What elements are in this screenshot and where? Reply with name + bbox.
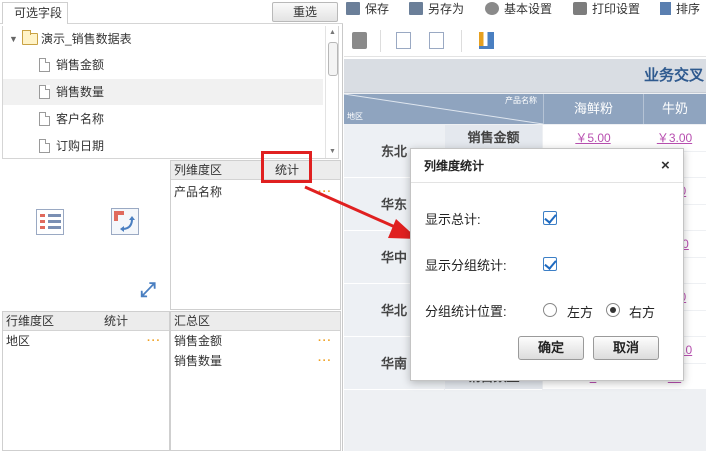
more-options-icon[interactable]: ···: [147, 336, 161, 350]
scroll-up-icon[interactable]: ▲: [329, 29, 336, 36]
position-right-label: 右方: [629, 305, 656, 320]
column-dimension-header: 列维度区 统计: [171, 161, 340, 180]
printer-icon: [573, 2, 587, 15]
column-header: 牛奶: [643, 94, 706, 124]
export-excel-icon[interactable]: [429, 32, 444, 49]
corner-column-label: 产品名称: [505, 96, 537, 105]
field-doc-icon: [39, 58, 50, 72]
tree-item[interactable]: 客户名称: [3, 106, 323, 132]
print-settings-label: 打印设置: [592, 2, 641, 16]
save-as-label: 另存为: [428, 2, 465, 16]
row-stat-button[interactable]: 统计: [104, 312, 128, 331]
field-doc-icon: [39, 112, 50, 126]
caret-down-icon[interactable]: ▼: [9, 26, 18, 52]
save-as-icon: [409, 2, 423, 15]
position-left-radio[interactable]: [543, 303, 557, 317]
table-layout-icon[interactable]: [36, 209, 64, 235]
tree-scroll-thumb[interactable]: [328, 42, 338, 76]
corner-header: 产品名称 地区: [344, 94, 543, 124]
show-total-checkbox[interactable]: [543, 211, 557, 225]
close-icon[interactable]: ×: [661, 149, 670, 183]
more-options-icon[interactable]: ···: [318, 336, 332, 350]
summary-zone[interactable]: 汇总区 销售金额 ··· 销售数量 ···: [170, 311, 341, 451]
tree-item-label: 订购日期: [56, 139, 105, 153]
export-toolbar: [344, 24, 706, 57]
dialog-body: 显示总计: 显示分组统计: 分组统计位置: 左方 右方 确定 取消: [420, 194, 676, 374]
expand-icon[interactable]: ⤢: [140, 279, 156, 302]
tree-root-label: 演示_销售数据表: [41, 32, 132, 46]
report-title-bar: 业务交叉: [344, 59, 706, 93]
tree-item[interactable]: 销售金额: [3, 52, 323, 78]
field-tree: ▼ 演示_销售数据表 销售金额 销售数量 客户名称 订购日期 ▲ ▼: [2, 26, 339, 159]
row-dimension-header: 行维度区 统计: [3, 312, 169, 331]
print-settings-button[interactable]: 打印设置: [573, 0, 640, 20]
position-left-label: 左方: [567, 305, 594, 320]
divider: [461, 30, 462, 52]
field-doc-icon: [39, 85, 50, 99]
save-label: 保存: [365, 2, 390, 16]
summary-header: 汇总区: [171, 312, 340, 331]
gear-icon: [485, 2, 499, 15]
tab-available-fields[interactable]: 可选字段: [2, 2, 68, 24]
field-doc-icon: [39, 139, 50, 153]
report-title: 业务交叉: [644, 67, 705, 84]
sort-button[interactable]: 排序: [660, 0, 700, 20]
show-group-checkbox[interactable]: [543, 257, 557, 271]
sort-icon: [660, 2, 671, 15]
ok-button[interactable]: 确定: [518, 336, 584, 360]
scroll-down-icon[interactable]: ▼: [329, 148, 336, 155]
basic-settings-button[interactable]: 基本设置: [485, 0, 552, 20]
show-group-label: 显示分组统计:: [425, 258, 507, 273]
divider: [380, 30, 381, 52]
tree-item-label: 销售数量: [56, 85, 105, 99]
dialog-title: 列维度统计: [424, 159, 485, 173]
folder-icon: [22, 30, 38, 45]
column-stat-dialog: 列维度统计 × 显示总计: 显示分组统计: 分组统计位置: 左方 右方 确定 取…: [410, 148, 684, 381]
corner-row-label: 地区: [347, 112, 363, 121]
chart-icon[interactable]: [479, 32, 494, 49]
export-word-icon[interactable]: [396, 32, 411, 49]
show-total-label: 显示总计:: [425, 212, 481, 227]
swap-axis-icon[interactable]: [111, 208, 139, 235]
sort-label: 排序: [676, 2, 701, 16]
save-as-button[interactable]: 另存为: [409, 0, 464, 20]
row-dimension-zone[interactable]: 行维度区 统计 地区 ···: [2, 311, 170, 451]
more-options-icon[interactable]: ···: [318, 356, 332, 370]
fields-header: 可选字段 重选: [0, 0, 343, 24]
print-icon[interactable]: [352, 32, 367, 49]
layout-tools: ⤢: [2, 160, 170, 310]
save-button[interactable]: 保存: [346, 0, 389, 20]
summary-field-item[interactable]: 销售金额: [174, 332, 222, 350]
column-field-item[interactable]: 产品名称: [174, 183, 222, 201]
designer-panel: 可选字段 重选 ▼ 演示_销售数据表 销售金额 销售数量 客户名称 订购日期 ▲…: [0, 0, 343, 451]
basic-settings-label: 基本设置: [504, 2, 553, 16]
reselect-button[interactable]: 重选: [272, 2, 338, 22]
tree-root[interactable]: ▼ 演示_销售数据表: [7, 26, 327, 52]
cancel-button[interactable]: 取消: [593, 336, 659, 360]
column-header: 海鲜粉: [543, 94, 643, 124]
save-icon: [346, 2, 360, 15]
position-right-radio[interactable]: [606, 303, 620, 317]
tree-item[interactable]: 销售数量: [3, 79, 323, 105]
tree-item-label: 销售金额: [56, 58, 105, 72]
summary-title: 汇总区: [174, 314, 211, 328]
group-position-label: 分组统计位置:: [425, 304, 507, 319]
dialog-header: 列维度统计 ×: [411, 149, 683, 183]
row-dimension-title: 行维度区: [6, 314, 55, 328]
summary-field-item[interactable]: 销售数量: [174, 352, 222, 370]
tree-item-label: 客户名称: [56, 112, 105, 126]
column-dimension-title: 列维度区: [174, 163, 223, 177]
highlight-box: [261, 151, 312, 183]
main-toolbar: 保存 另存为 基本设置 打印设置 排序: [344, 0, 706, 20]
row-field-item[interactable]: 地区: [6, 332, 30, 350]
